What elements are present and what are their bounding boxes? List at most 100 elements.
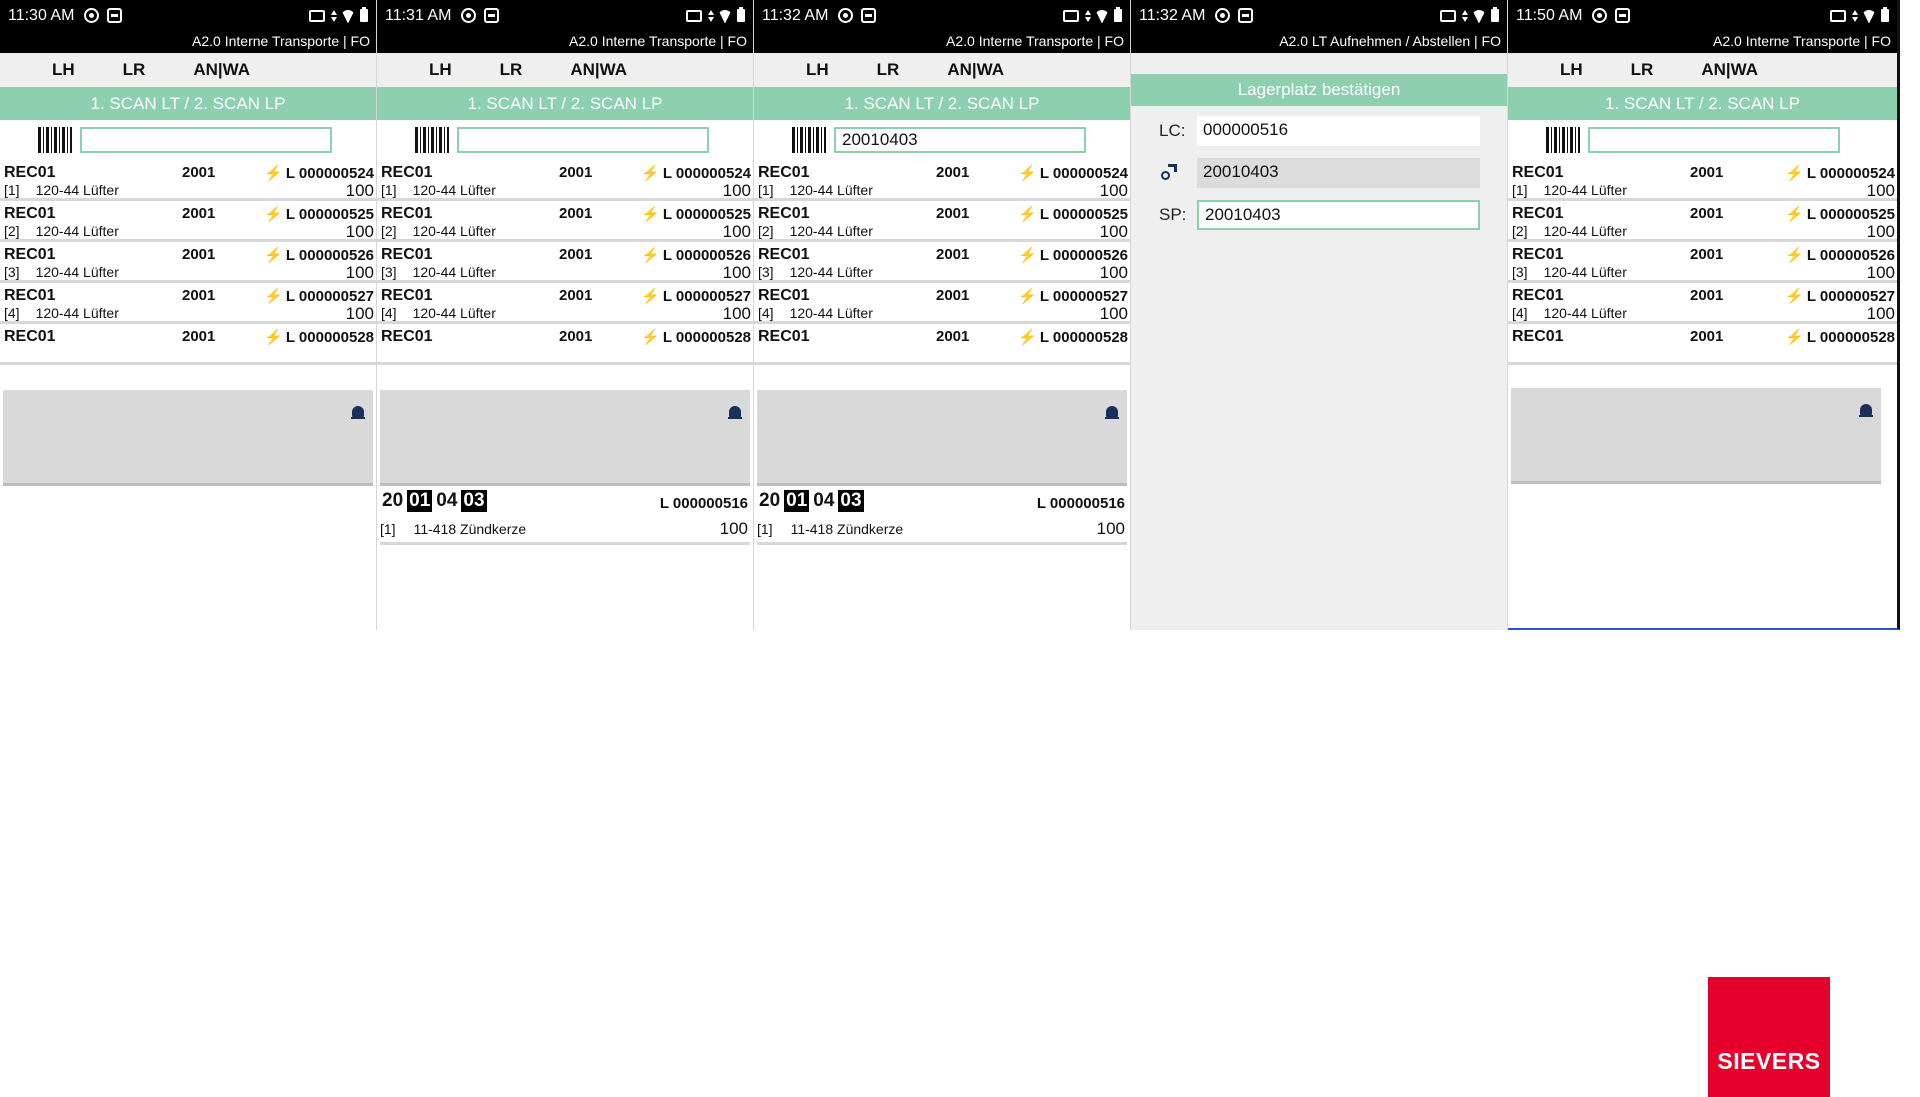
item-position: [4] 120-44 Lüfter	[381, 305, 496, 321]
bell-icon[interactable]	[1105, 406, 1119, 419]
item-code: REC01	[758, 287, 810, 304]
item-lc: ⚡ L 000000527	[264, 288, 374, 305]
wifi-icon	[1472, 9, 1486, 23]
item-number: 2001	[559, 328, 593, 345]
app-title: A2.0 Interne Transporte | FO	[377, 31, 753, 53]
bell-icon[interactable]	[351, 406, 365, 419]
nav-tabs: LH LR AN|WA	[377, 53, 753, 87]
item-quantity: 100	[1099, 181, 1128, 200]
list-item[interactable]: REC01 2001 ⚡ L 000000525 [2] 120-44 Lüfter…	[1508, 201, 1897, 242]
list-item[interactable]: REC01 2001 ⚡ L 000000526 [3] 120-44 Lüfter…	[754, 242, 1130, 283]
cast-icon	[1830, 9, 1846, 22]
scan-input[interactable]	[80, 127, 332, 153]
barcode-icon[interactable]	[38, 127, 72, 153]
item-description: 120-44 Lüfter	[35, 223, 119, 239]
screen-2: 11:31 AM A2.0 Interne Transporte | FO LH…	[377, 0, 754, 630]
tab-an-wa[interactable]: AN|WA	[947, 60, 1004, 80]
selected-lc: L 000000516	[1036, 495, 1125, 512]
tab-lh[interactable]: LH	[806, 60, 829, 80]
bell-icon[interactable]	[728, 406, 742, 419]
list-item[interactable]: REC01 2001 ⚡ L 000000528	[1508, 324, 1897, 365]
nav-tabs: LH LR AN|WA	[754, 53, 1130, 87]
item-lc: ⚡ L 000000527	[1018, 288, 1128, 305]
tab-an-wa[interactable]: AN|WA	[1701, 60, 1758, 80]
eye-icon	[1592, 8, 1608, 23]
tab-lr[interactable]: LR	[1631, 60, 1654, 80]
bolt-icon: ⚡	[264, 288, 283, 305]
list-item[interactable]: REC01 2001 ⚡ L 000000527 [4] 120-44 Lüfter…	[377, 283, 753, 324]
selected-transport[interactable]: 20 01 04 03 L 000000516 [1] 11-418 Zündke…	[380, 487, 750, 545]
list-item[interactable]: REC01 2001 ⚡ L 000000524 [1] 120-44 Lüfter…	[377, 160, 753, 201]
clock: 11:30 AM	[8, 6, 75, 24]
item-description: 120-44 Lüfter	[1543, 264, 1627, 280]
list-item[interactable]: REC01 2001 ⚡ L 000000526 [3] 120-44 Lüfter…	[0, 242, 376, 283]
tab-an-wa[interactable]: AN|WA	[193, 60, 250, 80]
item-position: [2] 120-44 Lüfter	[1512, 223, 1627, 239]
selected-position: [1] 11-418 Zündkerze	[757, 521, 904, 537]
item-code: REC01	[1512, 164, 1564, 181]
list-item[interactable]: REC01 2001 ⚡ L 000000525 [2] 120-44 Lüfter…	[377, 201, 753, 242]
item-lc: ⚡ L 000000528	[1018, 329, 1128, 346]
item-description: 120-44 Lüfter	[1543, 305, 1627, 321]
bolt-icon: ⚡	[641, 206, 660, 223]
list-item[interactable]: REC01 2001 ⚡ L 000000525 [2] 120-44 Lüfter…	[0, 201, 376, 242]
item-description: 120-44 Lüfter	[35, 264, 119, 280]
item-quantity: 100	[345, 304, 374, 323]
tab-lh[interactable]: LH	[429, 60, 452, 80]
scan-input[interactable]	[457, 127, 709, 153]
list-item[interactable]: REC01 2001 ⚡ L 000000524 [1] 120-44 Lüfter…	[1508, 160, 1897, 201]
tab-lh[interactable]: LH	[1560, 60, 1583, 80]
item-lc: ⚡ L 000000524	[1018, 165, 1128, 182]
item-code: REC01	[4, 205, 56, 222]
list-item[interactable]: REC01 2001 ⚡ L 000000526 [3] 120-44 Lüfter…	[1508, 242, 1897, 283]
item-number: 2001	[1690, 246, 1724, 263]
sp-input[interactable]: 20010403	[1197, 200, 1480, 230]
item-number: 2001	[182, 205, 216, 222]
scan-row	[1508, 120, 1897, 160]
list-item[interactable]: REC01 2001 ⚡ L 000000527 [4] 120-44 Lüfter…	[0, 283, 376, 324]
item-quantity: 100	[1866, 263, 1895, 282]
list-item[interactable]: REC01 2001 ⚡ L 000000525 [2] 120-44 Lüfter…	[754, 201, 1130, 242]
scan-input[interactable]	[1588, 127, 1840, 153]
tab-lr[interactable]: LR	[500, 60, 523, 80]
screen-3: 11:32 AM A2.0 Interne Transporte | FO LH…	[754, 0, 1131, 630]
list-item[interactable]: REC01 2001 ⚡ L 000000527 [4] 120-44 Lüfter…	[1508, 283, 1897, 324]
wifi-icon	[341, 9, 355, 23]
bell-icon[interactable]	[1859, 404, 1873, 417]
barcode-icon[interactable]	[792, 127, 826, 153]
barcode-icon[interactable]	[415, 127, 449, 153]
transport-list: REC01 2001 ⚡ L 000000524 [1] 120-44 Lüfter…	[0, 160, 376, 380]
item-position: [2] 120-44 Lüfter	[758, 223, 873, 239]
tab-lr[interactable]: LR	[877, 60, 900, 80]
list-item[interactable]: REC01 2001 ⚡ L 000000524 [1] 120-44 Lüfter…	[754, 160, 1130, 201]
item-description: 120-44 Lüfter	[1543, 182, 1627, 198]
barcode-icon[interactable]	[1546, 127, 1580, 153]
status-bar: 11:32 AM	[1131, 0, 1507, 31]
list-item[interactable]: REC01 2001 ⚡ L 000000527 [4] 120-44 Lüfter…	[754, 283, 1130, 324]
list-item[interactable]: REC01 2001 ⚡ L 000000528	[754, 324, 1130, 365]
tab-lr[interactable]: LR	[123, 60, 146, 80]
battery-icon	[1881, 7, 1889, 22]
bolt-icon: ⚡	[1018, 165, 1037, 182]
item-description: 120-44 Lüfter	[1543, 223, 1627, 239]
item-code: REC01	[758, 205, 810, 222]
item-number: 2001	[1690, 205, 1724, 222]
tab-an-wa[interactable]: AN|WA	[570, 60, 627, 80]
list-item[interactable]: REC01 2001 ⚡ L 000000526 [3] 120-44 Lüfter…	[377, 242, 753, 283]
bolt-icon: ⚡	[641, 247, 660, 264]
item-quantity: 100	[1866, 181, 1895, 200]
bolt-icon: ⚡	[264, 206, 283, 223]
item-quantity: 100	[1099, 304, 1128, 323]
list-item[interactable]: REC01 2001 ⚡ L 000000524 [1] 120-44 Lüfter…	[0, 160, 376, 201]
item-lc: ⚡ L 000000528	[1785, 329, 1895, 346]
scan-hint: 1. SCAN LT / 2. SCAN LP	[754, 87, 1130, 120]
item-quantity: 100	[345, 263, 374, 282]
tab-lh[interactable]: LH	[52, 60, 75, 80]
list-item[interactable]: REC01 2001 ⚡ L 000000528	[0, 324, 376, 365]
item-quantity: 100	[722, 304, 751, 323]
scan-input[interactable]	[834, 127, 1086, 153]
item-description: 120-44 Lüfter	[789, 223, 873, 239]
selected-transport[interactable]: 20 01 04 03 L 000000516 [1] 11-418 Zündke…	[757, 487, 1127, 545]
phone-screens: 11:30 AM A2.0 Interne Transporte | FO LH…	[0, 0, 1900, 630]
list-item[interactable]: REC01 2001 ⚡ L 000000528	[377, 324, 753, 365]
